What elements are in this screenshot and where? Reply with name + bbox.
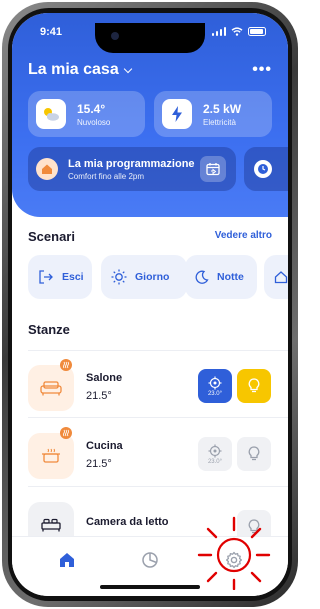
sofa-icon	[28, 365, 74, 411]
energy-card[interactable]: 2.5 kW Elettricità	[154, 91, 272, 137]
moon-icon	[195, 270, 209, 284]
divider	[28, 350, 288, 351]
room-name: Camera da letto	[86, 516, 169, 528]
schedule-subtitle: Comfort fino alle 2pm	[68, 171, 145, 181]
schedule-card[interactable]: La mia programmazione Comfort fino alle …	[28, 147, 236, 191]
home-indicator	[100, 585, 200, 589]
status-time: 9:41	[40, 26, 63, 38]
target-temperature: 23.0°	[207, 390, 223, 397]
pie-chart-icon	[142, 552, 158, 568]
home-selector[interactable]: La mia casa	[28, 61, 132, 79]
home-icon	[36, 158, 58, 180]
battery-icon	[248, 27, 266, 36]
thermostat-target-button[interactable]: 23.0°	[198, 437, 232, 471]
room-temperature: 21.5°	[86, 458, 112, 470]
status-bar: 9:41	[12, 23, 288, 53]
room-name: Cucina	[86, 440, 123, 452]
weather-value: 15.4°	[77, 101, 106, 116]
rooms-title: Stanze	[28, 322, 70, 337]
scene-day-label: Giorno	[135, 271, 170, 283]
lightbulb-icon	[248, 378, 260, 393]
home-icon	[60, 553, 74, 567]
app-screen: 9:41 La mia casa ••• 15.4° Nuvoloso 2.5 …	[12, 13, 288, 596]
target-icon	[208, 376, 222, 389]
home-title: La mia casa	[28, 61, 119, 78]
scene-night-label: Notte	[217, 271, 244, 283]
tap-highlight-icon	[197, 516, 271, 590]
sun-icon	[111, 269, 127, 285]
energy-value: 2.5 kW	[203, 101, 242, 116]
see-more-link[interactable]: Vedere altro	[215, 230, 272, 241]
room-temperature: 21.5°	[86, 390, 112, 402]
heating-badge-icon	[60, 359, 72, 371]
tab-home[interactable]	[52, 547, 82, 573]
light-toggle-button[interactable]	[237, 437, 271, 471]
heating-badge-icon	[60, 427, 72, 439]
thermostat-target-button[interactable]: 23.0°	[198, 369, 232, 403]
energy-label: Elettricità	[203, 117, 236, 127]
signal-icon	[211, 27, 226, 36]
room-row-cucina[interactable]: Cucina 21.5° 23.0°	[12, 427, 288, 487]
scene-exit[interactable]: Esci	[28, 255, 92, 299]
weather-card[interactable]: 15.4° Nuvoloso	[28, 91, 145, 137]
notch	[95, 23, 205, 53]
lightning-icon	[162, 99, 192, 129]
schedule-title: La mia programmazione	[68, 157, 195, 170]
divider	[28, 486, 288, 487]
scene-exit-label: Esci	[62, 271, 84, 283]
lightbulb-icon	[248, 446, 260, 461]
cooking-pot-icon	[28, 433, 74, 479]
schedule-card-secondary[interactable]	[244, 147, 288, 191]
scene-day[interactable]: Giorno	[101, 255, 187, 299]
scene-night[interactable]: Notte	[185, 255, 257, 299]
weather-label: Nuvoloso	[77, 117, 111, 127]
target-temperature: 23.0°	[207, 458, 223, 465]
divider	[28, 417, 288, 418]
light-toggle-button[interactable]	[237, 369, 271, 403]
status-icons	[211, 27, 266, 36]
room-name: Salone	[86, 372, 123, 384]
tab-statistics[interactable]	[135, 547, 165, 573]
home-icon	[274, 271, 288, 284]
chevron-down-icon	[123, 64, 132, 73]
calendar-edit-button[interactable]	[200, 156, 226, 182]
scenes-title: Scenari	[28, 229, 75, 244]
wifi-icon	[231, 27, 243, 36]
calendar-icon	[206, 163, 220, 176]
exit-icon	[39, 270, 53, 284]
cloud-sun-icon	[36, 99, 66, 129]
target-icon	[208, 444, 222, 457]
scene-home[interactable]	[264, 255, 288, 299]
room-row-salone[interactable]: Salone 21.5° 23.0°	[12, 359, 288, 419]
more-menu-button[interactable]: •••	[252, 61, 272, 79]
clock-icon	[254, 160, 272, 178]
camera-icon	[111, 32, 119, 40]
